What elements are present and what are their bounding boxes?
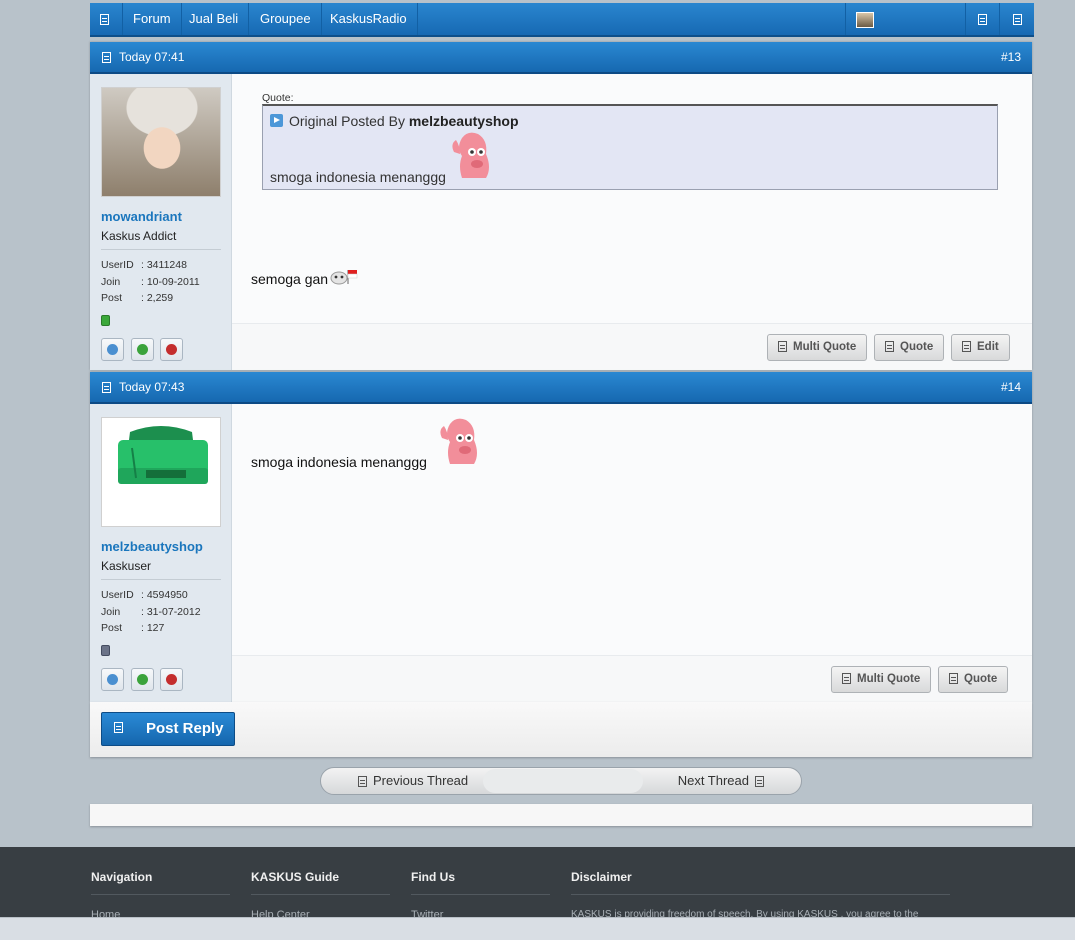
- quote-author: melzbeautyshop: [408, 113, 519, 129]
- quote-icon: [949, 673, 958, 685]
- post-13: Today 07:41 #13 mowandriant Kaskus Addic…: [90, 42, 1032, 370]
- nav-jual-beli[interactable]: Jual Beli: [179, 3, 250, 35]
- view-profile-button[interactable]: [101, 668, 124, 691]
- user-id: UserID: 4594950: [101, 589, 188, 601]
- user-id: UserID: 3411248: [101, 259, 187, 271]
- user-post-count: Post: 127: [101, 622, 165, 634]
- quote-text: smoga indonesia menanggg: [270, 169, 446, 185]
- user-avatar[interactable]: [101, 417, 221, 527]
- username-link[interactable]: melzbeautyshop: [101, 539, 203, 554]
- home-icon: [100, 14, 109, 26]
- bottom-bar: [0, 917, 1075, 940]
- footer-heading: KASKUS Guide: [251, 870, 340, 884]
- quote-button[interactable]: Quote: [874, 334, 945, 361]
- footer-heading: Navigation: [91, 870, 153, 884]
- post-14: Today 07:43 #14 melzbeautyshop Kaskuser …: [90, 372, 1032, 702]
- footer-heading: Disclaimer: [571, 870, 632, 884]
- user-info-pane: melzbeautyshop Kaskuser UserID: 4594950 …: [90, 404, 232, 702]
- user-rank: Kaskuser: [101, 559, 221, 580]
- edit-button[interactable]: Edit: [951, 334, 1010, 361]
- quote-prefix: Original Posted By: [289, 113, 405, 129]
- quote-label: Quote:: [262, 92, 294, 104]
- report-post-button[interactable]: [160, 668, 183, 691]
- warning-icon: [166, 674, 177, 685]
- next-thread-link[interactable]: Next Thread: [678, 768, 770, 794]
- footer-heading: Find Us: [411, 870, 455, 884]
- quote-block: Original Posted By melzbeautyshop smoga …: [262, 104, 998, 190]
- nav-groupee[interactable]: Groupee: [250, 3, 322, 35]
- profile-icon: [107, 344, 118, 355]
- post-actions: Multi Quote Quote Edit: [232, 323, 1032, 370]
- edit-icon: [962, 341, 971, 353]
- post-header: Today 07:41 #13: [90, 42, 1032, 74]
- post-number[interactable]: #13: [1001, 42, 1021, 72]
- profile-icon: [107, 674, 118, 685]
- post-number[interactable]: #14: [1001, 372, 1021, 402]
- pink-girl-emoticon: [452, 132, 489, 178]
- user-info-pane: mowandriant Kaskus Addict UserID: 341124…: [90, 74, 232, 370]
- reply-icon: [114, 722, 123, 733]
- username-link[interactable]: mowandriant: [101, 209, 182, 224]
- report-post-button[interactable]: [160, 338, 183, 361]
- plus-icon: [137, 344, 148, 355]
- clock-icon: [102, 52, 111, 64]
- post-reply-button[interactable]: Post Reply: [101, 712, 235, 746]
- post-header: Today 07:43 #14: [90, 372, 1032, 404]
- reply-bar: Post Reply: [90, 702, 1032, 757]
- notification-icon: [978, 14, 987, 26]
- post-content: smoga indonesia menanggg Multi Quote Quo…: [232, 404, 1032, 702]
- multi-quote-button[interactable]: Multi Quote: [831, 666, 932, 693]
- top-navigation-bar: Forum Jual Beli Groupee KaskusRadio mowa…: [0, 0, 1075, 58]
- post-message: smoga indonesia menanggg: [251, 454, 427, 470]
- post-date: Today 07:43: [119, 380, 185, 394]
- logout-icon: [1012, 14, 1022, 26]
- previous-thread-link[interactable]: Previous Thread: [352, 768, 468, 794]
- thread-navigation: Previous Thread Next Thread: [320, 767, 802, 795]
- next-icon: [755, 776, 764, 788]
- quote-button[interactable]: Quote: [938, 666, 1009, 693]
- offline-status-indicator: [101, 645, 110, 656]
- give-reputation-button[interactable]: [131, 668, 154, 691]
- multi-quote-button[interactable]: Multi Quote: [767, 334, 868, 361]
- user-menu[interactable]: mowandriant: [845, 3, 966, 58]
- flag-emoticon: [330, 270, 358, 285]
- user-post-count: Post: 2,259: [101, 292, 174, 304]
- notifications-button[interactable]: [966, 3, 1000, 35]
- view-post-icon[interactable]: [270, 114, 283, 127]
- online-status-indicator: [101, 315, 110, 326]
- user-join-date: Join: 31-07-2012: [101, 606, 201, 618]
- top-navbar: Forum Jual Beli Groupee KaskusRadio mowa…: [90, 3, 1034, 58]
- multi-quote-icon: [842, 673, 851, 685]
- quote-icon: [885, 341, 894, 353]
- post-content: Quote: Original Posted By melzbeautyshop…: [232, 74, 1032, 370]
- nav-forum[interactable]: Forum: [123, 3, 182, 35]
- green-bag-image: [118, 426, 208, 484]
- nav-kaskusradio[interactable]: KaskusRadio: [320, 3, 418, 35]
- content-strip: [90, 804, 1032, 826]
- user-join-date: Join: 10-09-2011: [101, 276, 200, 288]
- user-avatar[interactable]: [101, 87, 221, 197]
- clock-icon: [102, 382, 111, 394]
- home-icon-button[interactable]: [90, 3, 123, 35]
- logout-button[interactable]: [1000, 3, 1034, 35]
- previous-icon: [358, 776, 367, 788]
- give-reputation-button[interactable]: [131, 338, 154, 361]
- user-rank: Kaskus Addict: [101, 229, 221, 250]
- plus-icon: [137, 674, 148, 685]
- warning-icon: [166, 344, 177, 355]
- multi-quote-icon: [778, 341, 787, 353]
- post-date: Today 07:41: [119, 50, 185, 64]
- post-actions: Multi Quote Quote: [232, 655, 1032, 702]
- post-message: semoga gan: [251, 268, 359, 287]
- view-profile-button[interactable]: [101, 338, 124, 361]
- user-avatar-mini: [856, 11, 874, 28]
- pink-girl-emoticon: [440, 418, 477, 464]
